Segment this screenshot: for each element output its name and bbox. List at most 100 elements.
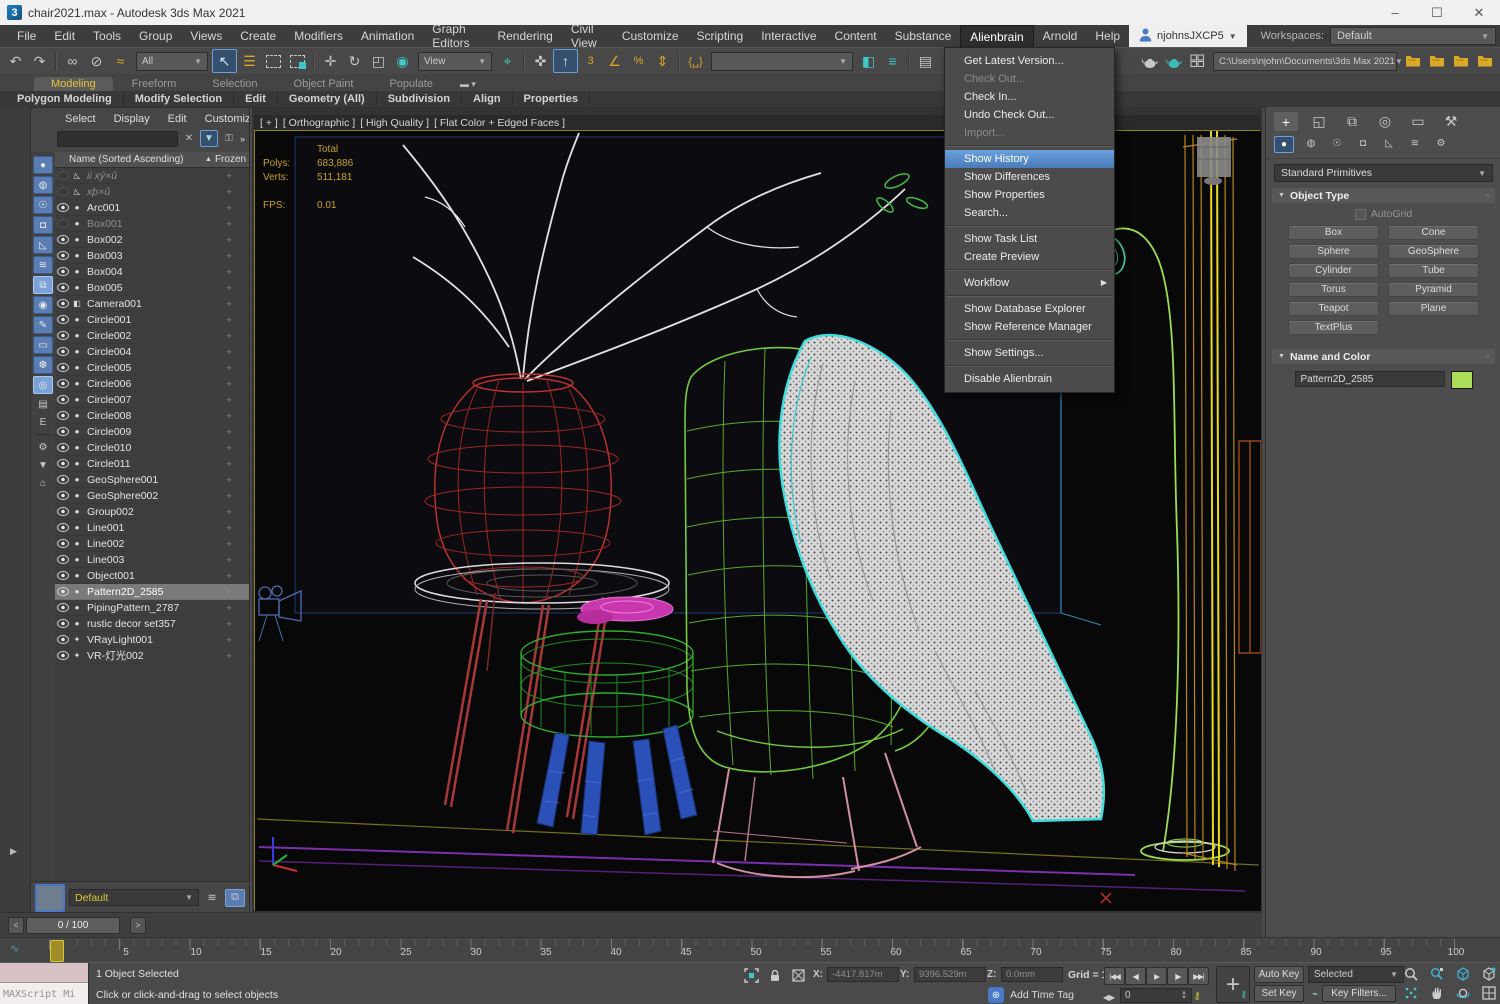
display-bones-icon[interactable]: ◉ [33, 296, 53, 314]
eye-icon[interactable] [57, 571, 69, 580]
current-frame-field[interactable]: 0 ▲▼ [1120, 988, 1192, 1003]
menu-animation[interactable]: Animation [352, 25, 423, 47]
frozen-cell[interactable]: + [209, 587, 249, 597]
lock-explorer-icon[interactable]: ⚿ [221, 131, 237, 146]
zoom-all-icon[interactable] [1426, 966, 1448, 982]
zoom-extents-icon[interactable] [1452, 966, 1474, 982]
selection-lock-icon[interactable] [766, 967, 784, 983]
workspace-dropdown[interactable]: Default ▼ [1330, 27, 1496, 45]
frame-step-arrows[interactable]: ◀▶ [1102, 989, 1116, 1004]
list-item[interactable]: ●Line002+ [55, 536, 249, 552]
create-sphere-button[interactable]: Sphere [1288, 244, 1379, 259]
snap-3d-icon[interactable]: 3 [579, 50, 602, 72]
frozen-cell[interactable]: + [209, 315, 249, 325]
eye-icon[interactable] [57, 459, 69, 468]
ribbon-section-properties[interactable]: Properties [513, 91, 590, 107]
frozen-cell[interactable]: + [209, 651, 249, 661]
explorer-list-header[interactable]: Name (Sorted Ascending) ▲ Frozen [55, 152, 249, 168]
menu-scripting[interactable]: Scripting [688, 25, 753, 47]
render-production-icon[interactable] [1162, 50, 1185, 72]
object-type-rollout-header[interactable]: ▼ Object Type ▫ [1272, 188, 1495, 203]
frame-forward-button[interactable]: > [130, 917, 146, 934]
cat-geometry[interactable]: ● [1274, 136, 1294, 153]
frozen-cell[interactable]: + [209, 491, 249, 501]
alienbrain-menu-item-undo-check-out[interactable]: Undo Check Out... [945, 106, 1114, 124]
alienbrain-menu-item-search[interactable]: Search... [945, 204, 1114, 222]
tab-display[interactable]: ▭ [1406, 112, 1430, 131]
spinner-snap-icon[interactable]: ⇕ [651, 50, 674, 72]
cat-lights[interactable]: ☉ [1328, 136, 1346, 151]
cat-spacewarps[interactable]: ≋ [1406, 136, 1424, 151]
frozen-cell[interactable]: + [209, 539, 249, 549]
eye-icon[interactable] [57, 219, 69, 228]
search-clear-icon[interactable]: ✕ [181, 131, 197, 146]
ribbon-section-subdivision[interactable]: Subdivision [377, 91, 462, 107]
display-spacewarps-icon[interactable]: ≋ [33, 256, 53, 274]
list-item[interactable]: ●GeoSphere002+ [55, 488, 249, 504]
layer-color-swatch[interactable] [35, 884, 65, 912]
eye-icon[interactable] [57, 299, 69, 308]
scene-explorer-toggle-icon[interactable]: ▤ [914, 50, 937, 72]
eye-icon[interactable] [57, 331, 69, 340]
alienbrain-menu-item-show-differences[interactable]: Show Differences [945, 168, 1114, 186]
create-pyramid-button[interactable]: Pyramid [1388, 282, 1479, 297]
eye-icon[interactable] [57, 411, 69, 420]
viewport-header-segment-0[interactable]: [ + ] [260, 117, 278, 129]
list-item[interactable]: ●Group002+ [55, 504, 249, 520]
frozen-cell[interactable]: + [209, 299, 249, 309]
visibility-cell[interactable] [55, 315, 70, 324]
visibility-cell[interactable] [55, 331, 70, 340]
list-item[interactable]: ●Circle004+ [55, 344, 249, 360]
frozen-cell[interactable]: + [209, 603, 249, 613]
list-item[interactable]: ●Object001+ [55, 568, 249, 584]
display-shapes-icon[interactable]: ◍ [33, 176, 53, 194]
frozen-cell[interactable]: + [209, 219, 249, 229]
named-sets-dropdown[interactable]: ▼ [711, 52, 853, 71]
project-folder-icon[interactable] [1401, 50, 1424, 72]
edit-mode-icon[interactable]: E [34, 414, 52, 430]
eye-icon[interactable] [57, 443, 69, 452]
redo-icon[interactable]: ↷ [28, 50, 51, 72]
menu-edit[interactable]: Edit [45, 25, 84, 47]
list-view-icon[interactable]: ▤ [34, 396, 52, 412]
alienbrain-menu-item-show-task-list[interactable]: Show Task List [945, 230, 1114, 248]
menu-modifiers[interactable]: Modifiers [285, 25, 352, 47]
go-to-end-button[interactable]: ▶▶| [1188, 967, 1209, 985]
ribbon-section-geometry-all[interactable]: Geometry (All) [278, 91, 377, 107]
eye-icon[interactable] [57, 315, 69, 324]
explorer-search-input[interactable] [57, 131, 178, 147]
name-color-rollout-header[interactable]: ▼ Name and Color ▫ [1272, 349, 1495, 364]
bind-to-space-warp-icon[interactable]: ≈ [109, 50, 132, 72]
rollout-pin-icon[interactable]: ▫ [1486, 352, 1489, 361]
ribbon-tab-selection[interactable]: Selection [195, 77, 274, 91]
asset-tracking-icon[interactable] [1449, 50, 1472, 72]
display-frozen-icon[interactable]: ❆ [33, 356, 53, 374]
visibility-cell[interactable] [55, 251, 70, 260]
list-item[interactable]: ●Circle006+ [55, 376, 249, 392]
create-tube-button[interactable]: Tube [1388, 263, 1479, 278]
add-time-tag[interactable]: ⊕ Add Time Tag [988, 987, 1074, 1003]
explorer-overflow-chevrons[interactable]: » [240, 134, 245, 144]
eye-icon[interactable] [57, 523, 69, 532]
alienbrain-menu-item-show-properties[interactable]: Show Properties [945, 186, 1114, 204]
menu-customize[interactable]: Customize [613, 25, 688, 47]
zoom-icon[interactable] [1400, 966, 1422, 982]
frozen-cell[interactable]: + [209, 571, 249, 581]
visibility-cell[interactable] [55, 411, 70, 420]
list-item[interactable]: ●rustic decor set357+ [55, 616, 249, 632]
list-item[interactable]: ●Line001+ [55, 520, 249, 536]
visibility-cell[interactable] [55, 203, 70, 212]
visibility-cell[interactable] [55, 619, 70, 628]
tab-hierarchy[interactable]: ⧉ [1340, 112, 1364, 131]
timeline-ruler[interactable]: ∿ 05101520253035404550556065707580859095… [0, 937, 1500, 964]
visibility-cell[interactable] [55, 539, 70, 548]
eye-icon[interactable] [57, 555, 69, 564]
autogrid-checkbox[interactable] [1355, 209, 1366, 220]
selection-filter-dropdown[interactable]: All▼ [136, 52, 208, 71]
frame-scrubber[interactable]: 0 / 100 [26, 917, 120, 934]
select-and-manipulate-icon[interactable]: ✜ [529, 50, 552, 72]
ribbon-tab-object-paint[interactable]: Object Paint [277, 77, 371, 91]
eye-icon[interactable] [57, 251, 69, 260]
primitive-category-dropdown[interactable]: Standard Primitives ▼ [1274, 164, 1493, 182]
pan-point-icon[interactable] [1400, 985, 1422, 1001]
